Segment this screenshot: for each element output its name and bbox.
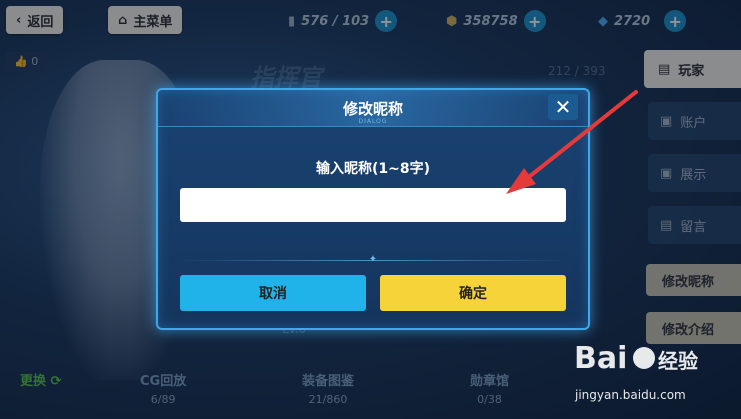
svg-text:经验: 经验 — [658, 349, 698, 373]
baidu-logo: Bai 经验 — [574, 341, 698, 376]
watermark-url: jingyan.baidu.com — [575, 388, 686, 402]
svg-text:Bai: Bai — [574, 341, 627, 376]
